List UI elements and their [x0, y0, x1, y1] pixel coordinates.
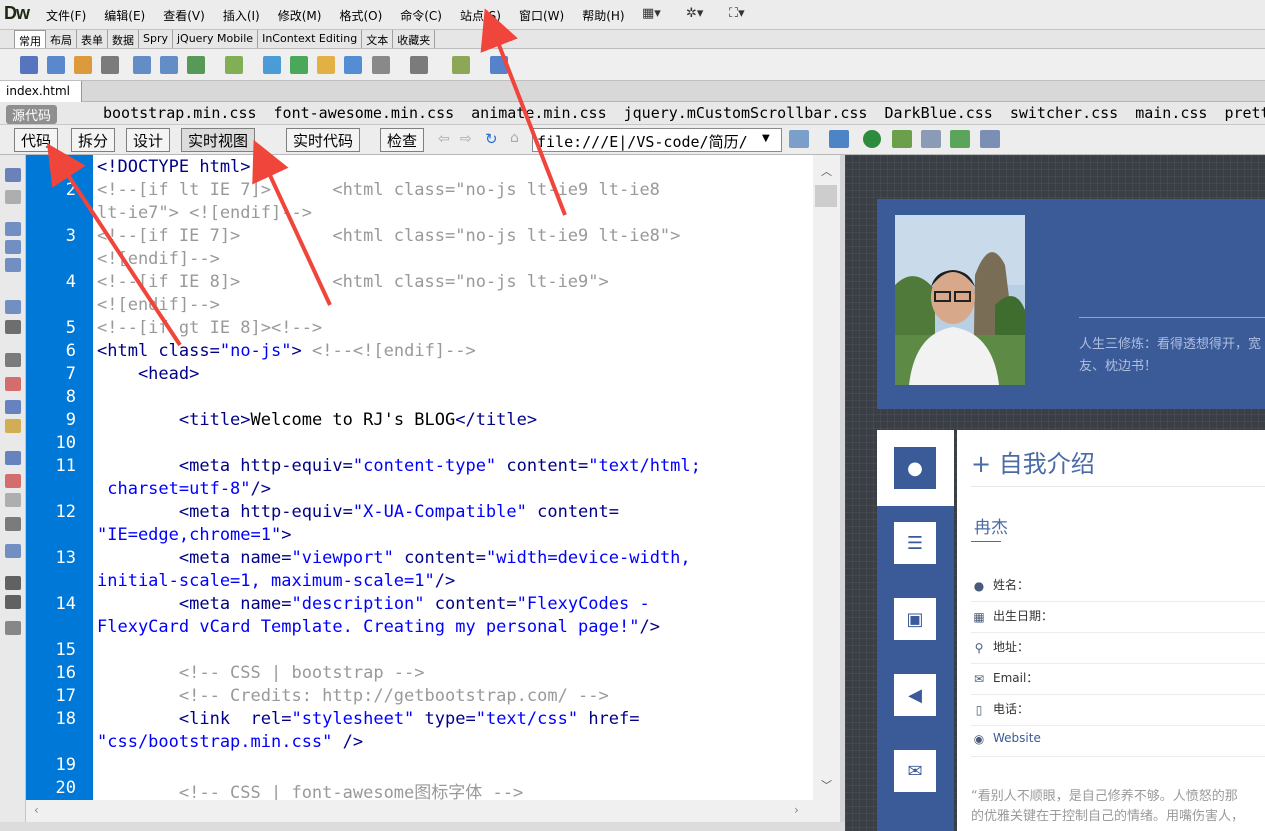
arrow-to-live-view-button [252, 139, 332, 306]
annotation-arrows [46, 8, 567, 347]
arrow-to-code-button [46, 143, 182, 347]
arrow-to-site-menu [480, 8, 567, 216]
